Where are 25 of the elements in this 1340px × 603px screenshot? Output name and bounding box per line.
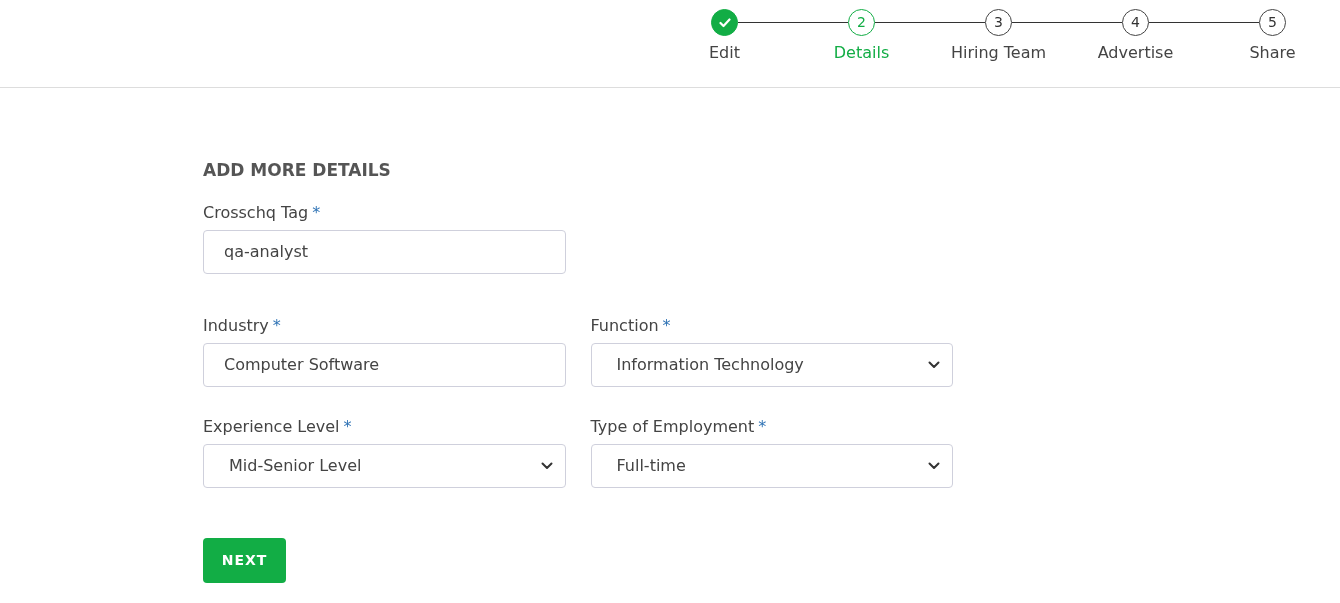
- select-field[interactable]: Information Technology: [590, 342, 953, 387]
- chevron-down-icon: [928, 461, 940, 470]
- required-asterisk: *: [343, 415, 352, 438]
- step-label: Share: [1249, 42, 1296, 64]
- required-asterisk: *: [662, 314, 671, 337]
- required-asterisk: *: [272, 314, 281, 337]
- step-label: Edit: [709, 42, 740, 64]
- chevron-down-icon: [928, 360, 940, 369]
- chevron-down-icon: [540, 461, 553, 470]
- field-label: Crosschq Tag: [203, 201, 309, 224]
- select-field[interactable]: Full-time: [590, 443, 953, 488]
- required-asterisk: *: [758, 415, 767, 438]
- required-asterisk: *: [312, 201, 321, 224]
- step-label: Details: [833, 42, 890, 64]
- field-label: Experience Level: [203, 415, 340, 438]
- field-label: Industry: [203, 314, 269, 337]
- select-field[interactable]: Mid-Senior Level: [203, 443, 566, 488]
- text-field[interactable]: Computer Software: [203, 342, 566, 387]
- text-field[interactable]: qa-analyst: [203, 229, 566, 274]
- field-label: Function: [590, 314, 659, 337]
- step-label: Hiring Team: [950, 42, 1047, 64]
- section-heading: ADD MORE DETAILS: [203, 159, 392, 182]
- field-label: Type of Employment: [590, 415, 755, 438]
- check-icon: [718, 17, 731, 28]
- step-label: Advertise: [1097, 42, 1174, 64]
